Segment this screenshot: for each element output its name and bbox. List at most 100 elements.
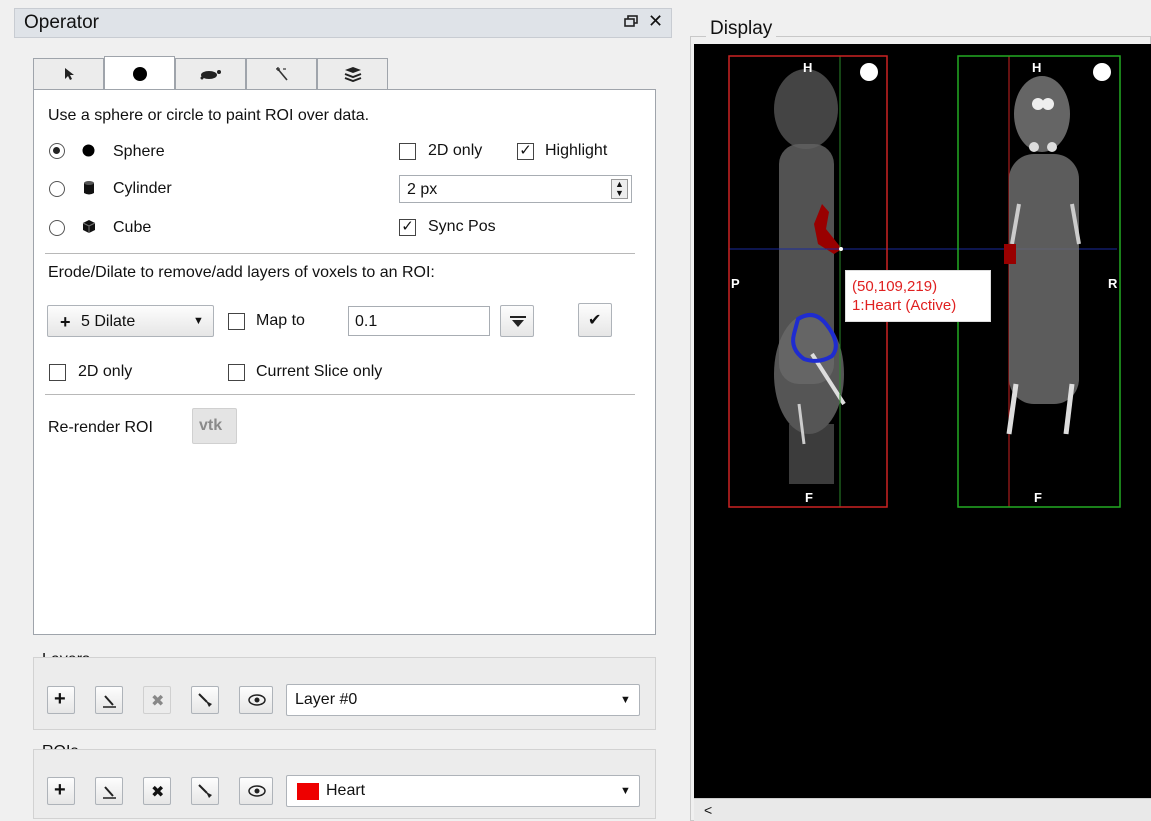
roi-tooltip: (50,109,219) 1:Heart (Active) [845,270,991,322]
brush-layer-button[interactable] [191,686,219,714]
roi-color-swatch [297,783,319,800]
chevron-down-icon: ▼ [620,785,631,797]
rerender-label: Re-render ROI [48,419,153,436]
eye-icon [248,785,266,797]
plus-icon: + [54,688,66,710]
tab-pen[interactable] [175,58,246,90]
current-slice-checkbox[interactable] [228,364,245,381]
sync-pos-label: Sync Pos [428,218,496,235]
tab-pointer[interactable] [33,58,104,90]
apply-button[interactable]: ✔ [578,303,612,337]
right-scan-image [1006,76,1081,435]
left-top-label: H [803,60,813,75]
close-icon: ✖ [151,784,165,801]
current-slice-label: Current Slice only [256,363,383,380]
left-scan-image [774,69,846,484]
roi-select[interactable]: Heart ▼ [286,775,640,807]
sphere-radio[interactable] [49,143,65,159]
tab-wand[interactable] [246,58,317,90]
cylinder-label: Cylinder [113,180,172,197]
close-icon: ✖ [151,693,165,710]
brush-roi-button[interactable] [191,777,219,805]
two-d-only-2-checkbox[interactable] [49,364,66,381]
dilate-dropdown[interactable]: + 5 Dilate ▼ [47,305,214,337]
close-panel-icon[interactable]: ✕ [648,11,663,32]
right-bottom-label: F [1034,490,1042,505]
edit-layer-button[interactable] [95,686,123,714]
horizontal-scrollbar[interactable]: < [694,798,1151,821]
left-side-label: P [731,276,740,291]
size-value: 2 px [407,181,438,198]
divider-2 [45,394,635,395]
map-to-label: Map to [256,312,305,329]
operator-header [14,8,672,38]
delete-roi-button[interactable]: ✖ [143,777,171,805]
cube-icon [82,220,96,233]
view-dot-right [1093,63,1111,81]
view-dot-left [860,63,878,81]
two-d-only-checkbox[interactable] [399,143,416,160]
cube-label: Cube [113,219,152,236]
heart-roi-coronal [1004,244,1016,264]
scroll-left-icon[interactable]: < [704,802,712,818]
sphere-brush-icon [132,66,147,81]
layer-visibility-button[interactable] [239,686,273,714]
brush-icon [198,784,212,798]
float-window-icon[interactable]: ᴕ [624,14,638,30]
dropdown-arrow-icon [510,316,526,327]
roi-select-value: Heart [326,782,366,799]
left-bottom-label: F [805,490,813,505]
right-side-label: R [1108,276,1118,291]
divider [45,253,635,254]
wand-icon [275,67,288,81]
pointer-icon [64,68,74,80]
cube-radio[interactable] [49,220,65,236]
highlight-checkbox[interactable]: ✓ [517,143,534,160]
plus-icon: + [54,779,66,801]
chevron-down-icon: ▼ [193,315,204,327]
roi-visibility-button[interactable] [239,777,273,805]
delete-layer-button[interactable]: ✖ [143,686,171,714]
paint-description: Use a sphere or circle to paint ROI over… [48,107,370,124]
sphere-icon [82,144,95,157]
vtk-button[interactable]: vtk [192,408,237,444]
map-value-input[interactable]: 0.1 [348,306,490,336]
two-d-only-label: 2D only [428,142,483,159]
checkmark-icon: ✔ [588,312,602,329]
map-menu-button[interactable] [500,305,534,337]
tab-layers-stack[interactable] [317,58,388,90]
right-top-label: H [1032,60,1042,75]
pencil-icon [103,786,116,799]
display-canvas[interactable] [694,44,1151,798]
layer-select[interactable]: Layer #0 ▼ [286,684,640,716]
map-value: 0.1 [355,313,378,330]
add-roi-button[interactable]: + [47,777,75,805]
size-spinbox[interactable]: 2 px ▲ ▼ [399,175,632,203]
vtk-label: vtk [199,417,223,434]
cylinder-radio[interactable] [49,181,65,197]
brush-icon [198,693,212,707]
sync-pos-checkbox[interactable]: ✓ [399,219,416,236]
tab-panel [33,89,656,635]
erode-description: Erode/Dilate to remove/add layers of vox… [48,264,435,281]
tooltip-coords: (50,109,219) [852,278,938,295]
display-title: Display [706,18,777,40]
add-layer-button[interactable]: + [47,686,75,714]
two-d-only-2-label: 2D only [78,363,133,380]
tab-sphere-brush[interactable] [104,56,175,90]
dilate-label: 5 Dilate [81,313,136,330]
chevron-down-icon: ▼ [620,694,631,706]
pencil-icon [103,695,116,708]
spin-arrows-icon[interactable]: ▲ ▼ [611,179,628,199]
plus-icon: + [60,312,71,332]
eye-icon [248,694,266,706]
layers-stack-icon [344,67,361,82]
pen-icon [200,70,221,80]
cylinder-icon [84,181,94,195]
highlight-label: Highlight [545,142,608,159]
edit-roi-button[interactable] [95,777,123,805]
map-to-checkbox[interactable] [228,313,245,330]
sphere-label: Sphere [113,143,165,160]
tooltip-label: 1:Heart (Active) [852,297,957,314]
operator-title: Operator [24,12,99,33]
